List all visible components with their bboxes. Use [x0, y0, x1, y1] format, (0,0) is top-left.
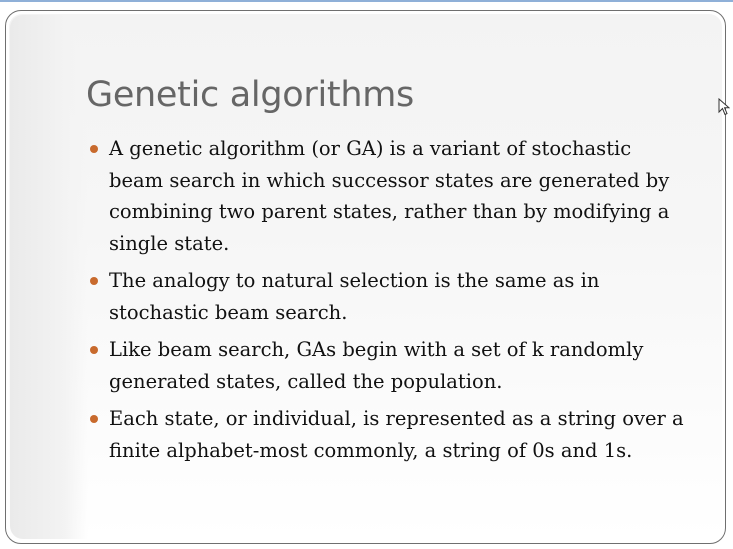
bullet-item: Like beam search, GAs begin with a set o… — [86, 334, 686, 397]
bullet-item: Each state, or individual, is represente… — [86, 403, 686, 466]
bullet-list: A genetic algorithm (or GA) is a variant… — [86, 133, 686, 472]
slide-title: Genetic algorithms — [86, 75, 414, 115]
presentation-window: Genetic algorithms A genetic algorithm (… — [0, 0, 733, 549]
bullet-dot-icon — [90, 145, 98, 153]
bullet-text: Each state, or individual, is represente… — [109, 407, 684, 462]
bullet-dot-icon — [90, 415, 98, 423]
bullet-text: A genetic algorithm (or GA) is a variant… — [109, 137, 670, 255]
mouse-pointer-icon — [718, 98, 730, 116]
slide-left-shade — [10, 15, 88, 539]
bullet-item: A genetic algorithm (or GA) is a variant… — [86, 133, 686, 259]
bullet-item: The analogy to natural selection is the … — [86, 265, 686, 328]
slide: Genetic algorithms A genetic algorithm (… — [5, 10, 726, 544]
bullet-text: Like beam search, GAs begin with a set o… — [109, 338, 644, 393]
bullet-text: The analogy to natural selection is the … — [109, 269, 600, 324]
bullet-dot-icon — [90, 277, 98, 285]
bullet-dot-icon — [90, 346, 98, 354]
